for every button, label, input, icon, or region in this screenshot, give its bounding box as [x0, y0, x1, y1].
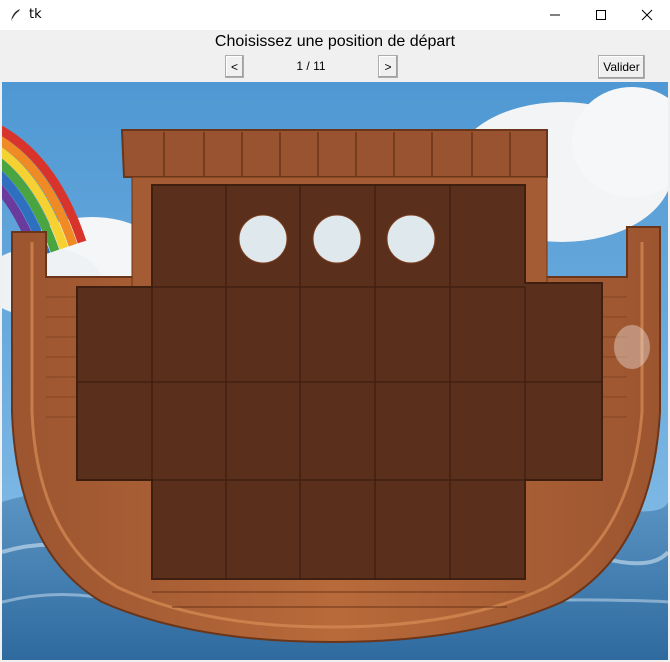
validate-button[interactable]: Valider: [598, 55, 645, 79]
portholes: [238, 214, 436, 264]
close-icon: [641, 9, 653, 21]
maximize-icon: [596, 10, 606, 20]
title-bar: tk: [0, 0, 670, 30]
maximize-button[interactable]: [578, 0, 624, 30]
light-glare: [614, 325, 650, 369]
start-position-prompt: Choisissez une position de départ: [214, 33, 456, 50]
window-title: tk: [29, 7, 42, 22]
position-counter: 1 / 11: [296, 59, 326, 73]
noah-ark-board[interactable]: [2, 82, 668, 660]
minimize-button[interactable]: [532, 0, 578, 30]
feather-icon: [9, 8, 23, 22]
close-button[interactable]: [624, 0, 670, 30]
previous-button[interactable]: <: [225, 55, 244, 78]
minimize-icon: [550, 14, 560, 16]
board-canvas[interactable]: [2, 82, 668, 660]
next-button[interactable]: >: [378, 55, 398, 78]
app-window: tk Choisissez une position de départ < 1…: [0, 0, 670, 662]
ark-roof: [120, 129, 548, 178]
